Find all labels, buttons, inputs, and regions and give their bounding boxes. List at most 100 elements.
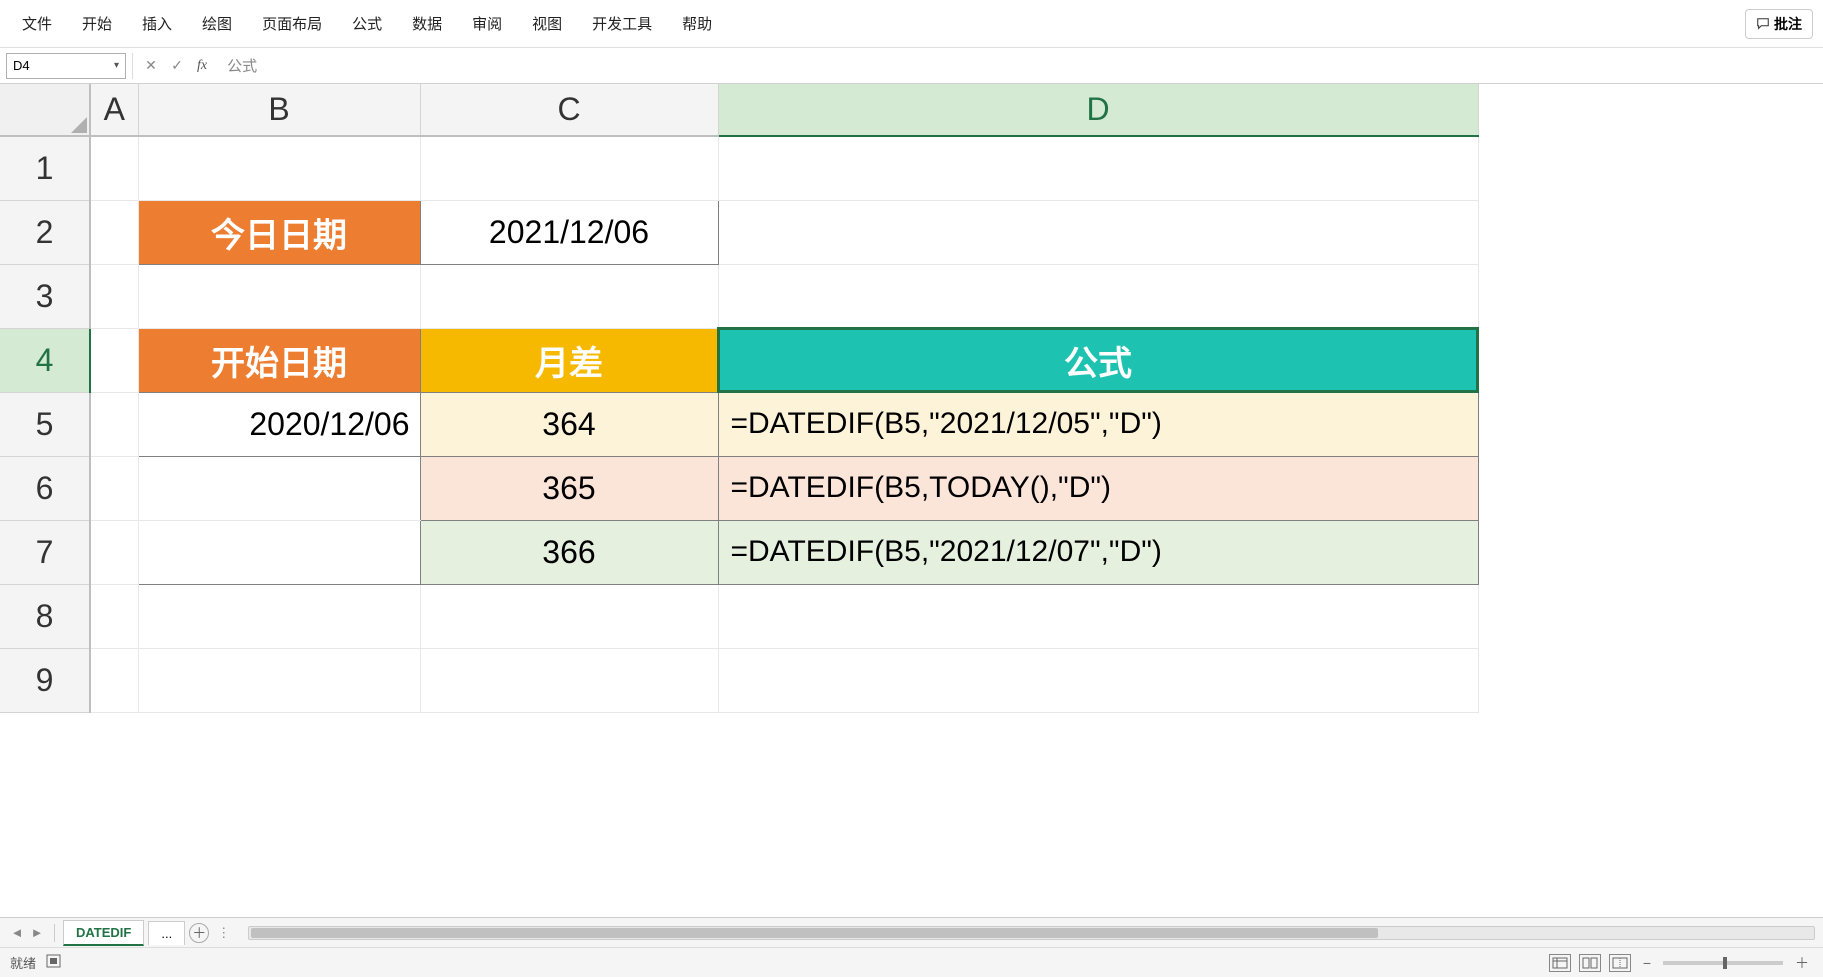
menu-insert[interactable]: 插入 <box>130 7 184 40</box>
cell-A3[interactable] <box>90 264 138 328</box>
status-ready: 就绪 <box>10 953 36 972</box>
cell-D2[interactable] <box>718 200 1478 264</box>
tab-prev-icon[interactable]: ◄ <box>8 924 26 942</box>
cell-A5[interactable] <box>90 392 138 456</box>
menu-devtools[interactable]: 开发工具 <box>580 7 664 40</box>
menu-pagelayout[interactable]: 页面布局 <box>250 7 334 40</box>
col-header-A[interactable]: A <box>90 84 138 136</box>
comment-label: 批注 <box>1774 14 1802 34</box>
cell-C2[interactable]: 2021/12/06 <box>420 200 718 264</box>
zoom-slider[interactable] <box>1663 961 1783 965</box>
cell-D6[interactable]: =DATEDIF(B5,TODAY(),"D") <box>718 456 1478 520</box>
formula-input[interactable] <box>219 53 1817 79</box>
zoom-out-button[interactable]: − <box>1639 955 1655 971</box>
cell-B2[interactable]: 今日日期 <box>138 200 420 264</box>
cell-C9[interactable] <box>420 648 718 712</box>
macro-record-icon[interactable] <box>46 954 66 971</box>
horizontal-scrollbar[interactable] <box>248 926 1815 940</box>
cell-B1[interactable] <box>138 136 420 200</box>
formula-bar: D4 ▾ ✕ ✓ fx <box>0 48 1823 84</box>
menu-data[interactable]: 数据 <box>400 7 454 40</box>
formula-bar-buttons: ✕ ✓ fx <box>132 53 213 79</box>
row-header-1[interactable]: 1 <box>0 136 90 200</box>
cell-A6[interactable] <box>90 456 138 520</box>
view-normal-icon[interactable] <box>1549 954 1571 972</box>
tab-separator <box>54 924 55 942</box>
hscroll-thumb[interactable] <box>251 928 1378 938</box>
sheet-tab-more[interactable]: ... <box>148 921 185 945</box>
status-bar: 就绪 − ＋ <box>0 947 1823 977</box>
corner-triangle-icon <box>71 117 87 133</box>
sheet-tab-datedif[interactable]: DATEDIF <box>63 920 144 946</box>
status-left: 就绪 <box>10 953 66 972</box>
confirm-icon[interactable]: ✓ <box>165 54 189 78</box>
cell-B6[interactable] <box>138 456 420 520</box>
tab-nav: ◄ ► <box>8 924 46 942</box>
cell-A9[interactable] <box>90 648 138 712</box>
cell-C8[interactable] <box>420 584 718 648</box>
name-box[interactable]: D4 ▾ <box>6 53 126 79</box>
cell-C5[interactable]: 364 <box>420 392 718 456</box>
comment-icon <box>1756 17 1770 31</box>
menu-formula[interactable]: 公式 <box>340 7 394 40</box>
menu-bar: 文件 开始 插入 绘图 页面布局 公式 数据 审阅 视图 开发工具 帮助 批注 <box>0 0 1823 48</box>
menu-help[interactable]: 帮助 <box>670 7 724 40</box>
fx-icon[interactable]: fx <box>191 58 213 74</box>
zoom-thumb[interactable] <box>1723 957 1727 969</box>
cell-A7[interactable] <box>90 520 138 584</box>
zoom-in-button[interactable]: ＋ <box>1791 953 1813 973</box>
row-header-3[interactable]: 3 <box>0 264 90 328</box>
cell-B7[interactable] <box>138 520 420 584</box>
grid-table: A B C D 1 2 今日日期 2021/12/06 3 4 开始日期 月差 … <box>0 84 1479 713</box>
col-header-D[interactable]: D <box>718 84 1478 136</box>
cell-D9[interactable] <box>718 648 1478 712</box>
col-header-B[interactable]: B <box>138 84 420 136</box>
cell-A1[interactable] <box>90 136 138 200</box>
cell-D4[interactable]: 公式 <box>718 328 1478 392</box>
cell-C7[interactable]: 366 <box>420 520 718 584</box>
cell-B4[interactable]: 开始日期 <box>138 328 420 392</box>
menu-file[interactable]: 文件 <box>10 7 64 40</box>
menu-items: 文件 开始 插入 绘图 页面布局 公式 数据 审阅 视图 开发工具 帮助 <box>10 7 724 40</box>
select-all-corner[interactable] <box>0 84 90 136</box>
cell-D7[interactable]: =DATEDIF(B5,"2021/12/07","D") <box>718 520 1478 584</box>
cell-A8[interactable] <box>90 584 138 648</box>
status-right: − ＋ <box>1549 953 1813 973</box>
cell-D5[interactable]: =DATEDIF(B5,"2021/12/05","D") <box>718 392 1478 456</box>
cell-B9[interactable] <box>138 648 420 712</box>
cell-A2[interactable] <box>90 200 138 264</box>
col-header-C[interactable]: C <box>420 84 718 136</box>
view-pagelayout-icon[interactable] <box>1579 954 1601 972</box>
cell-D3[interactable] <box>718 264 1478 328</box>
menu-home[interactable]: 开始 <box>70 7 124 40</box>
tab-next-icon[interactable]: ► <box>28 924 46 942</box>
cell-B8[interactable] <box>138 584 420 648</box>
cell-C6[interactable]: 365 <box>420 456 718 520</box>
view-pagebreak-icon[interactable] <box>1609 954 1631 972</box>
row-header-5[interactable]: 5 <box>0 392 90 456</box>
row-header-4[interactable]: 4 <box>0 328 90 392</box>
cell-C1[interactable] <box>420 136 718 200</box>
name-box-value: D4 <box>13 58 30 73</box>
add-sheet-button[interactable]: ＋ <box>189 923 209 943</box>
row-header-6[interactable]: 6 <box>0 456 90 520</box>
cell-B5[interactable]: 2020/12/06 <box>138 392 420 456</box>
menu-draw[interactable]: 绘图 <box>190 7 244 40</box>
menu-review[interactable]: 审阅 <box>460 7 514 40</box>
cell-A4[interactable] <box>90 328 138 392</box>
cell-C4[interactable]: 月差 <box>420 328 718 392</box>
cell-D1[interactable] <box>718 136 1478 200</box>
row-header-2[interactable]: 2 <box>0 200 90 264</box>
cancel-icon[interactable]: ✕ <box>139 54 163 78</box>
comment-button[interactable]: 批注 <box>1745 9 1813 39</box>
tab-menu-icon[interactable]: ⋮ <box>213 925 234 941</box>
row-header-7[interactable]: 7 <box>0 520 90 584</box>
cell-B3[interactable] <box>138 264 420 328</box>
cell-D8[interactable] <box>718 584 1478 648</box>
menu-view[interactable]: 视图 <box>520 7 574 40</box>
chevron-down-icon: ▾ <box>114 60 119 71</box>
row-header-9[interactable]: 9 <box>0 648 90 712</box>
row-header-8[interactable]: 8 <box>0 584 90 648</box>
spreadsheet-grid[interactable]: A B C D 1 2 今日日期 2021/12/06 3 4 开始日期 月差 … <box>0 84 1823 917</box>
cell-C3[interactable] <box>420 264 718 328</box>
